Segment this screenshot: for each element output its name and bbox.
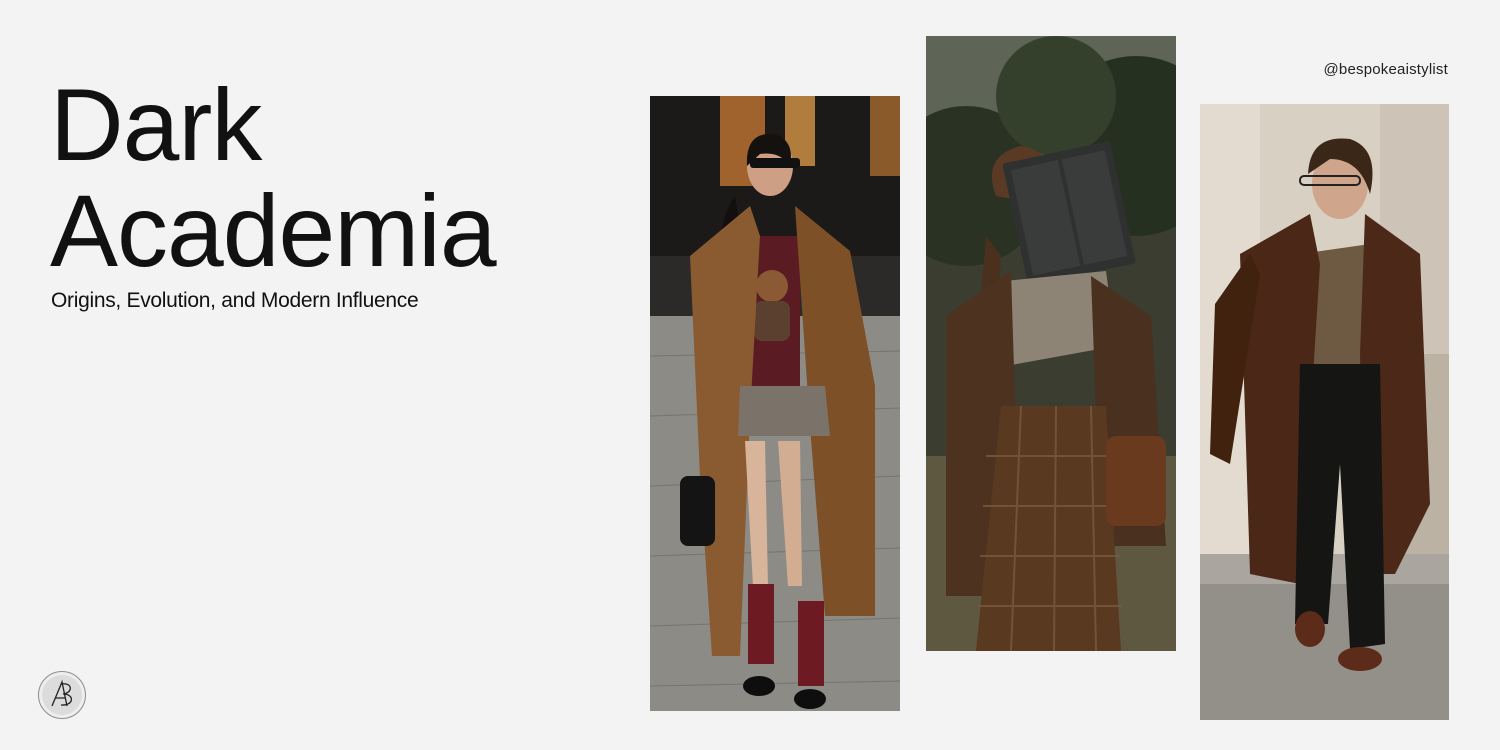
title-line-dark: Dark	[50, 68, 262, 182]
title-line-academia: Academia	[50, 174, 497, 288]
photo-woman-reading-book	[926, 36, 1176, 651]
page-title: Dark Academia	[50, 68, 497, 288]
ab-monogram-icon	[38, 671, 86, 719]
page-subtitle: Origins, Evolution, and Modern Influence	[51, 289, 419, 312]
photo-woman-long-camel-coat	[650, 96, 900, 711]
social-handle[interactable]: @bespokeaistylist	[1323, 61, 1448, 78]
photo-man-brown-overcoat	[1200, 104, 1449, 720]
